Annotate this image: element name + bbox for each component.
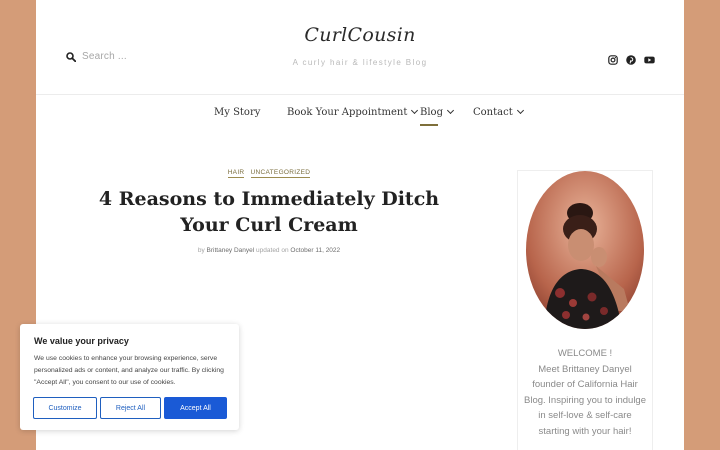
chevron-down-icon <box>446 106 455 115</box>
main-nav: My Story Book Your Appointment Blog Cont… <box>36 106 684 131</box>
nav-label: Book Your Appointment <box>287 107 408 118</box>
byline-prefix: by <box>197 247 205 254</box>
pinterest-icon[interactable] <box>626 52 636 65</box>
site-logo[interactable]: CurlCousin <box>36 24 684 46</box>
nav-label: Blog <box>420 107 443 118</box>
author-link[interactable]: Brittaney Danyel <box>207 247 255 254</box>
welcome-text: WELCOME ! Meet Brittaney Danyel founder … <box>518 346 652 440</box>
welcome-line: founder of California Hair <box>532 379 638 391</box>
instagram-icon[interactable] <box>608 52 618 65</box>
nav-item-blog[interactable]: Blog <box>420 106 455 118</box>
nav-item-contact[interactable]: Contact <box>473 106 524 118</box>
reject-all-button[interactable]: Reject All <box>100 397 161 419</box>
cookie-description: We use cookies to enhance your browsing … <box>34 355 224 387</box>
chevron-down-icon <box>516 106 524 115</box>
customize-button[interactable]: Customize <box>33 397 97 419</box>
active-nav-indicator <box>420 124 438 126</box>
post-byline: by Brittaney Danyel updated on October 1… <box>36 247 502 254</box>
category-link[interactable]: HAIR <box>227 169 245 178</box>
header-divider <box>36 94 684 95</box>
nav-item-book-appointment[interactable]: Book Your Appointment <box>287 106 419 118</box>
youtube-icon[interactable] <box>644 52 655 64</box>
updated-prefix: updated on <box>256 247 289 254</box>
welcome-line: starting with your hair! <box>538 425 632 437</box>
welcome-line: Meet Brittaney Danyel <box>538 363 632 375</box>
welcome-line: WELCOME ! <box>557 348 613 359</box>
nav-item-my-story[interactable]: My Story <box>214 107 260 118</box>
chevron-down-icon <box>411 106 419 115</box>
cookie-title: We value your privacy <box>34 336 129 346</box>
nav-label: Contact <box>473 107 513 118</box>
site-tagline: A curly hair & lifestyle Blog <box>292 58 428 67</box>
accept-all-button[interactable]: Accept All <box>164 397 227 419</box>
social-links <box>608 52 655 65</box>
post-date: October 11, 2022 <box>290 247 341 254</box>
sidebar-about-widget: WELCOME ! Meet Brittaney Danyel founder … <box>517 170 653 450</box>
welcome-line: Blog. Inspiring you to indulge <box>524 394 646 406</box>
welcome-line: in self-love & self-care <box>538 410 632 422</box>
post-categories: HAIR UNCATEGORIZED <box>36 169 502 178</box>
author-photo <box>526 171 644 329</box>
category-link[interactable]: UNCATEGORIZED <box>250 169 311 178</box>
nav-label: My Story <box>214 107 261 118</box>
post-title: 4 Reasons to Immediately Ditch Your Curl… <box>98 188 440 236</box>
